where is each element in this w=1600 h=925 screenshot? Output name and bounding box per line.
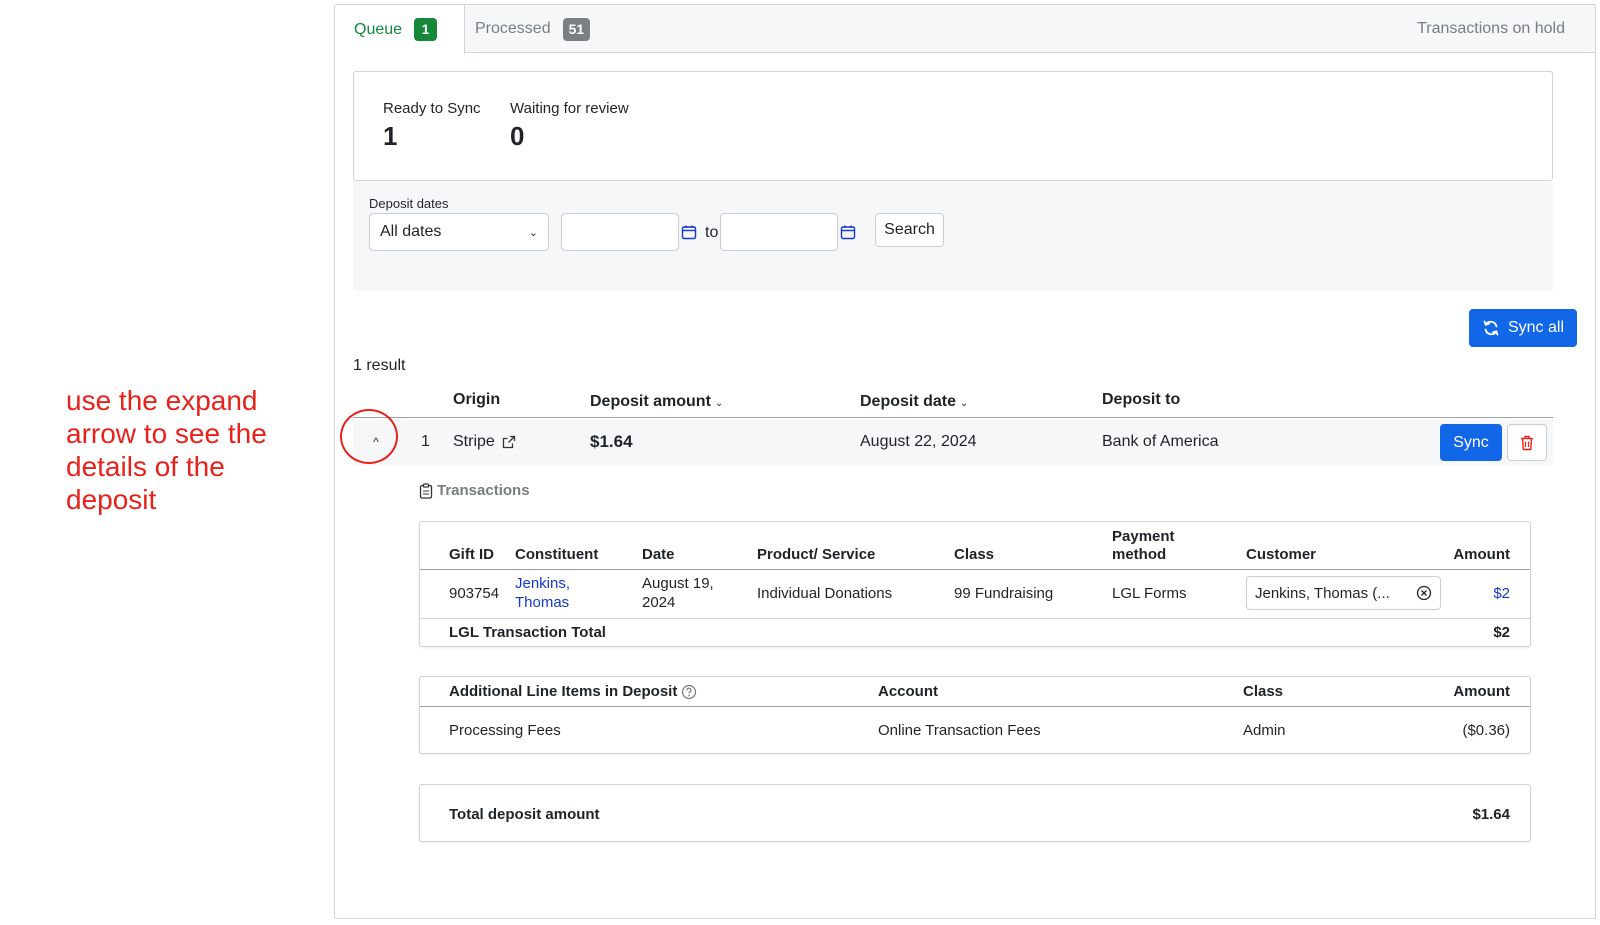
- deposit-amount: $1.64: [590, 432, 633, 451]
- deposit-date-filters: Deposit dates All dates ⌄ to Search: [353, 181, 1553, 291]
- deposit-index: 1: [421, 433, 430, 450]
- col-product-service: Product/ Service: [757, 546, 876, 563]
- col-deposit-date-label: Deposit date: [860, 393, 957, 410]
- col-gift-id: Gift ID: [449, 546, 494, 563]
- calendar-icon[interactable]: [840, 224, 856, 240]
- total-deposit-value: $1.64: [1472, 806, 1510, 823]
- search-button[interactable]: Search: [875, 213, 944, 247]
- total-deposit-card: Total deposit amount $1.64: [419, 784, 1531, 842]
- deposit-dates-select-value: All dates: [380, 223, 442, 240]
- ready-to-sync-label: Ready to Sync: [383, 100, 481, 117]
- additional-line-items-table: Additional Line Items in Deposit Account…: [419, 676, 1531, 754]
- additional-items-header: Additional Line Items in Deposit: [449, 683, 697, 701]
- transaction-class: 99 Fundraising: [954, 585, 1054, 602]
- additional-items-title: Additional Line Items in Deposit: [449, 683, 678, 700]
- help-icon[interactable]: [681, 684, 697, 700]
- sync-summary: Ready to Sync 1 Waiting for review 0: [353, 71, 1553, 181]
- line-item-name: Processing Fees: [449, 722, 561, 739]
- line-item-account: Online Transaction Fees: [878, 722, 1041, 739]
- highlight-circle: [340, 409, 398, 464]
- line-item-amount: ($0.36): [1462, 722, 1510, 739]
- deposit-table-header: Origin Deposit amount ⌄ Deposit date ⌄ Dep…: [353, 389, 1553, 418]
- transactions-heading: Transactions: [419, 482, 530, 499]
- transaction-date-line2: 2024: [642, 594, 676, 611]
- row-divider: [420, 618, 1530, 619]
- col-customer: Customer: [1246, 546, 1317, 563]
- col-deposit-amount-label: Deposit amount: [590, 393, 711, 410]
- deposit-dates-label: Deposit dates: [369, 196, 449, 211]
- customer-value: Jenkins, Thomas (...: [1255, 584, 1390, 602]
- col-payment-method-line2: method: [1112, 546, 1167, 563]
- transactions-table: Gift ID Constituent Date Product/ Servic…: [419, 521, 1531, 647]
- waiting-review-stat: Waiting for review 0: [510, 100, 629, 152]
- col-deposit-to: Deposit to: [1102, 391, 1181, 408]
- col-payment-method-line1: Payment: [1112, 528, 1175, 545]
- constituent-link-line1[interactable]: Jenkins,: [515, 575, 570, 593]
- waiting-review-label: Waiting for review: [510, 100, 629, 117]
- deposit-to: Bank of America: [1102, 433, 1219, 450]
- trash-icon: [1521, 435, 1533, 450]
- product-service: Individual Donations: [757, 585, 893, 602]
- waiting-review-value: 0: [510, 121, 525, 151]
- col-origin: Origin: [453, 391, 501, 408]
- tab-bar: Queue 1 Processed 51 Transactions on hol…: [335, 5, 1595, 54]
- payment-method: LGL Forms: [1112, 585, 1187, 602]
- deposit-row: ^ 1 Stripe $1.64 August 22, 2024 Bank of…: [353, 419, 1553, 465]
- line-item-class: Admin: [1243, 722, 1286, 739]
- tab-hold-label: Transactions on hold: [1417, 20, 1565, 37]
- tab-processed[interactable]: Processed 51: [475, 5, 591, 53]
- chevron-down-icon: ⌄: [528, 226, 538, 239]
- col-amount: Amount: [1453, 546, 1510, 563]
- ready-to-sync-value: 1: [383, 121, 398, 151]
- total-deposit-label: Total deposit amount: [449, 806, 600, 823]
- deposit-origin[interactable]: Stripe: [453, 433, 517, 451]
- col-additional-amount: Amount: [1453, 683, 1510, 700]
- header-divider: [420, 569, 1530, 570]
- sort-chevron-icon: ⌄: [714, 398, 724, 409]
- clear-icon[interactable]: [1416, 585, 1432, 601]
- deposit-date: August 22, 2024: [860, 433, 977, 450]
- ready-to-sync-stat: Ready to Sync 1: [383, 100, 481, 152]
- col-additional-class: Class: [1243, 683, 1284, 700]
- sync-all-label: Sync all: [1507, 319, 1565, 336]
- sync-panel: Queue 1 Processed 51 Transactions on hol…: [334, 4, 1596, 919]
- constituent-link-line2[interactable]: Thomas: [515, 594, 569, 612]
- deposit-dates-select[interactable]: All dates ⌄: [369, 213, 549, 251]
- header-divider: [420, 706, 1530, 707]
- col-deposit-amount[interactable]: Deposit amount ⌄: [590, 393, 723, 411]
- col-account: Account: [878, 683, 938, 700]
- col-deposit-date[interactable]: Deposit date ⌄: [860, 393, 968, 411]
- deposit-origin-label: Stripe: [453, 433, 495, 450]
- delete-button[interactable]: [1507, 424, 1547, 461]
- tab-queue-label: Queue: [354, 20, 403, 38]
- sync-button[interactable]: Sync: [1440, 424, 1502, 461]
- queue-count-badge: 1: [414, 18, 438, 41]
- transactions-title: Transactions: [437, 482, 530, 499]
- transaction-date-line1: August 19,: [642, 575, 714, 592]
- customer-select[interactable]: Jenkins, Thomas (...: [1246, 576, 1441, 610]
- start-date-input[interactable]: [561, 213, 679, 251]
- result-count: 1 result: [353, 357, 406, 374]
- col-class: Class: [954, 546, 995, 563]
- gift-id: 903754: [449, 585, 500, 602]
- to-label: to: [705, 224, 719, 241]
- tab-transactions-on-hold[interactable]: Transactions on hold: [1417, 5, 1565, 53]
- lgl-total-value: $2: [1493, 624, 1510, 641]
- clipboard-icon: [419, 482, 433, 499]
- col-date: Date: [642, 546, 675, 563]
- end-date-input[interactable]: [720, 213, 838, 251]
- transaction-amount[interactable]: $2: [1493, 585, 1510, 603]
- external-link-icon: [502, 435, 515, 449]
- annotation-text: use the expand arrow to see the details …: [66, 385, 267, 515]
- calendar-icon[interactable]: [681, 224, 697, 240]
- sort-chevron-icon: ⌄: [960, 398, 969, 409]
- sync-icon: [1483, 320, 1499, 336]
- col-constituent: Constituent: [515, 546, 599, 563]
- tab-queue[interactable]: Queue 1: [335, 5, 465, 54]
- tab-processed-label: Processed: [475, 20, 551, 37]
- lgl-total-label: LGL Transaction Total: [449, 624, 606, 641]
- processed-count-badge: 51: [562, 17, 591, 41]
- sync-all-button[interactable]: Sync all: [1469, 309, 1577, 347]
